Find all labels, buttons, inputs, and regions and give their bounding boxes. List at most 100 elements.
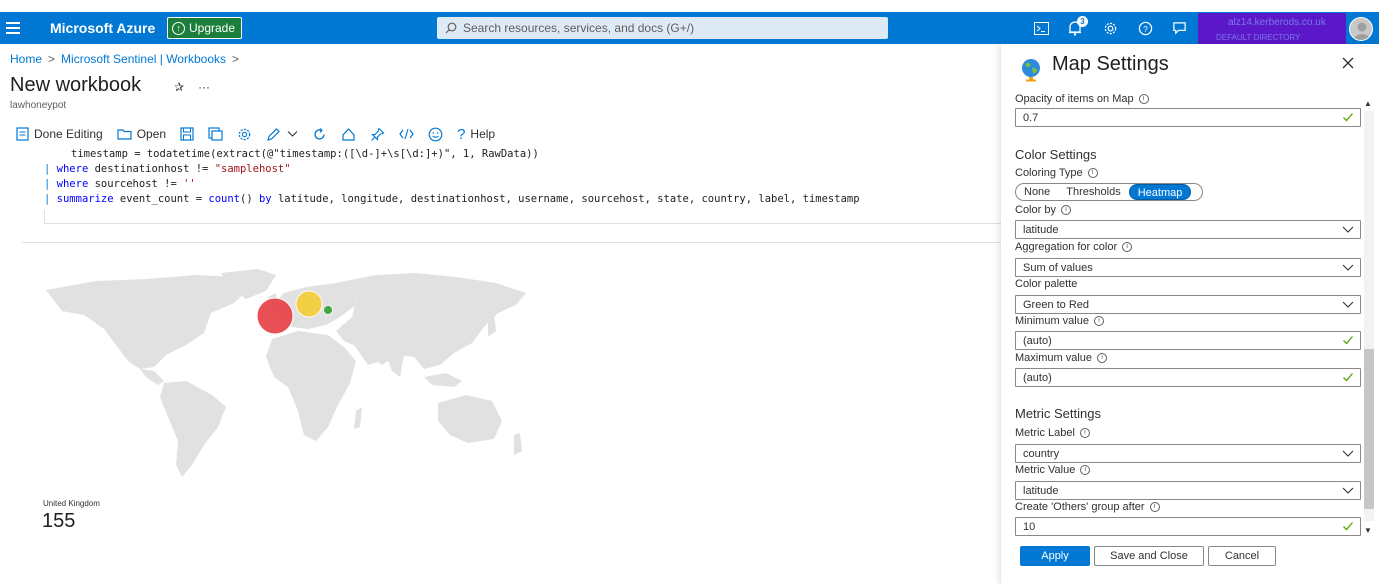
- world-land-shapes: [46, 269, 526, 477]
- page-title: New workbook: [10, 74, 142, 96]
- upgrade-label: Upgrade: [189, 21, 236, 35]
- search-icon: [445, 22, 457, 34]
- refresh-icon: [314, 127, 325, 140]
- avatar[interactable]: [1349, 17, 1373, 41]
- section-divider: [22, 242, 1002, 243]
- svg-text:?: ?: [1143, 23, 1148, 33]
- pin-button[interactable]: [370, 126, 385, 142]
- coloring-option-heatmap[interactable]: Heatmap: [1128, 184, 1192, 200]
- global-search[interactable]: [437, 17, 888, 39]
- aggregation-dropdown[interactable]: Sum of values: [1015, 258, 1361, 277]
- coloring-type-toggle: None Thresholds Heatmap: [1015, 183, 1203, 201]
- scrollbar-thumb[interactable]: [1364, 349, 1374, 509]
- world-map[interactable]: [36, 265, 536, 485]
- workbook-toolbar: Done Editing Open ? Help: [16, 124, 509, 144]
- save-and-close-button[interactable]: Save and Close: [1094, 546, 1204, 566]
- info-icon[interactable]: i: [1149, 502, 1160, 512]
- upgrade-button[interactable]: ↑ Upgrade: [167, 17, 243, 39]
- query-line-1: timestamp = todatetime(extract(@"timesta…: [71, 148, 539, 160]
- help-label: Help: [470, 127, 496, 141]
- cloud-shell-icon[interactable]: [1032, 19, 1050, 37]
- checkmark-icon: [1343, 336, 1353, 345]
- map-bubble-green[interactable]: [323, 305, 333, 315]
- metric-value-dropdown[interactable]: latitude: [1015, 481, 1361, 500]
- feedback-icon[interactable]: [1170, 19, 1188, 37]
- breadcrumb-home[interactable]: Home: [10, 52, 42, 66]
- aggregation-label: Aggregation for color i: [1015, 241, 1133, 253]
- others-group-label: Create 'Others' group after i: [1015, 501, 1160, 513]
- metric-value-label: Metric Value i: [1015, 464, 1091, 476]
- done-editing-label: Done Editing: [34, 127, 103, 141]
- breadcrumb-separator: >: [232, 52, 240, 66]
- metric-label-label: Metric Label i: [1015, 427, 1090, 439]
- refresh-button[interactable]: [312, 127, 327, 142]
- opacity-input[interactable]: 0.7: [1015, 108, 1361, 127]
- settings-button[interactable]: [237, 127, 252, 142]
- min-value-input[interactable]: (auto): [1015, 331, 1361, 350]
- query-editor[interactable]: timestamp = todatetime(extract(@"timesta…: [20, 147, 1010, 217]
- coloring-option-thresholds[interactable]: Thresholds: [1058, 184, 1128, 200]
- panel-scrollbar[interactable]: ▲ ▼: [1362, 99, 1376, 535]
- scroll-down-arrow-icon[interactable]: ▼: [1364, 526, 1372, 535]
- arrow-up-icon: ↑: [172, 21, 185, 35]
- advanced-editor-button[interactable]: [399, 128, 414, 140]
- done-editing-button[interactable]: Done Editing: [16, 127, 103, 141]
- others-group-input[interactable]: 10: [1015, 517, 1361, 536]
- palette-label: Color palette: [1015, 278, 1078, 290]
- settings-gear-icon[interactable]: [1101, 19, 1119, 37]
- map-settings-panel: Map Settings Opacity of items on Map i 0.…: [1001, 44, 1379, 585]
- info-icon[interactable]: i: [1080, 465, 1091, 475]
- open-button[interactable]: Open: [117, 127, 166, 141]
- help-question-icon[interactable]: ?: [1136, 19, 1154, 37]
- checkmark-icon: [1343, 373, 1353, 382]
- scroll-up-arrow-icon[interactable]: ▲: [1364, 99, 1372, 108]
- cancel-button[interactable]: Cancel: [1208, 546, 1276, 566]
- checkmark-icon: [1343, 522, 1353, 531]
- chevron-down-icon: [1342, 264, 1354, 271]
- style-button[interactable]: [266, 127, 281, 142]
- pencil-icon: [267, 127, 280, 141]
- map-bubble-red[interactable]: [256, 297, 294, 335]
- map-legend-label: United Kingdom: [43, 499, 100, 508]
- globe-icon: [1022, 59, 1040, 82]
- apply-button[interactable]: Apply: [1020, 546, 1090, 566]
- chevron-down-icon: [1342, 301, 1354, 308]
- edit-doc-icon: [16, 127, 29, 141]
- breadcrumb: Home > Microsoft Sentinel | Workbooks >: [10, 52, 239, 66]
- info-icon[interactable]: i: [1087, 168, 1098, 178]
- top-nav-bar: Microsoft Azure ↑ Upgrade ?: [0, 12, 1379, 44]
- panel-title: Map Settings: [1052, 53, 1169, 75]
- save-button[interactable]: [180, 127, 194, 141]
- chevron-down-icon: [1342, 226, 1354, 233]
- coloring-option-none[interactable]: None: [1016, 184, 1058, 200]
- info-icon[interactable]: i: [1093, 316, 1104, 326]
- metric-label-dropdown[interactable]: country: [1015, 444, 1361, 463]
- info-icon[interactable]: i: [1097, 353, 1108, 363]
- hamburger-menu-icon[interactable]: [6, 19, 20, 35]
- close-icon[interactable]: [1341, 56, 1355, 70]
- opacity-label: Opacity of items on Map i: [1015, 94, 1149, 105]
- save-as-button[interactable]: [208, 127, 223, 141]
- max-value-input[interactable]: (auto): [1015, 368, 1361, 387]
- map-legend-value: 155: [42, 510, 76, 532]
- breadcrumb-sentinel-workbooks[interactable]: Microsoft Sentinel | Workbooks: [61, 52, 226, 66]
- info-icon[interactable]: i: [1060, 205, 1071, 215]
- style-dropdown-button[interactable]: [287, 130, 298, 138]
- metric-settings-heading: Metric Settings: [1015, 406, 1101, 421]
- pin-icon[interactable]: ✰: [174, 80, 184, 94]
- color-by-dropdown[interactable]: latitude: [1015, 220, 1361, 239]
- more-options-icon[interactable]: ···: [198, 80, 210, 94]
- info-icon[interactable]: i: [1079, 428, 1090, 438]
- search-input[interactable]: [463, 21, 883, 35]
- map-bubble-yellow[interactable]: [295, 290, 323, 318]
- help-button[interactable]: ? Help: [457, 126, 495, 143]
- brand-name[interactable]: Microsoft Azure: [50, 20, 155, 36]
- pin-icon: [371, 126, 385, 141]
- feedback-button[interactable]: [428, 127, 443, 142]
- info-icon[interactable]: i: [1138, 94, 1149, 104]
- account-email: alz14.kerberods.co.uk: [1228, 17, 1326, 28]
- info-icon[interactable]: i: [1122, 242, 1133, 252]
- settings-scroll-area: Opacity of items on Map i 0.7 Color Setti…: [1001, 94, 1361, 537]
- share-button[interactable]: [341, 127, 356, 142]
- palette-dropdown[interactable]: Green to Red: [1015, 295, 1361, 314]
